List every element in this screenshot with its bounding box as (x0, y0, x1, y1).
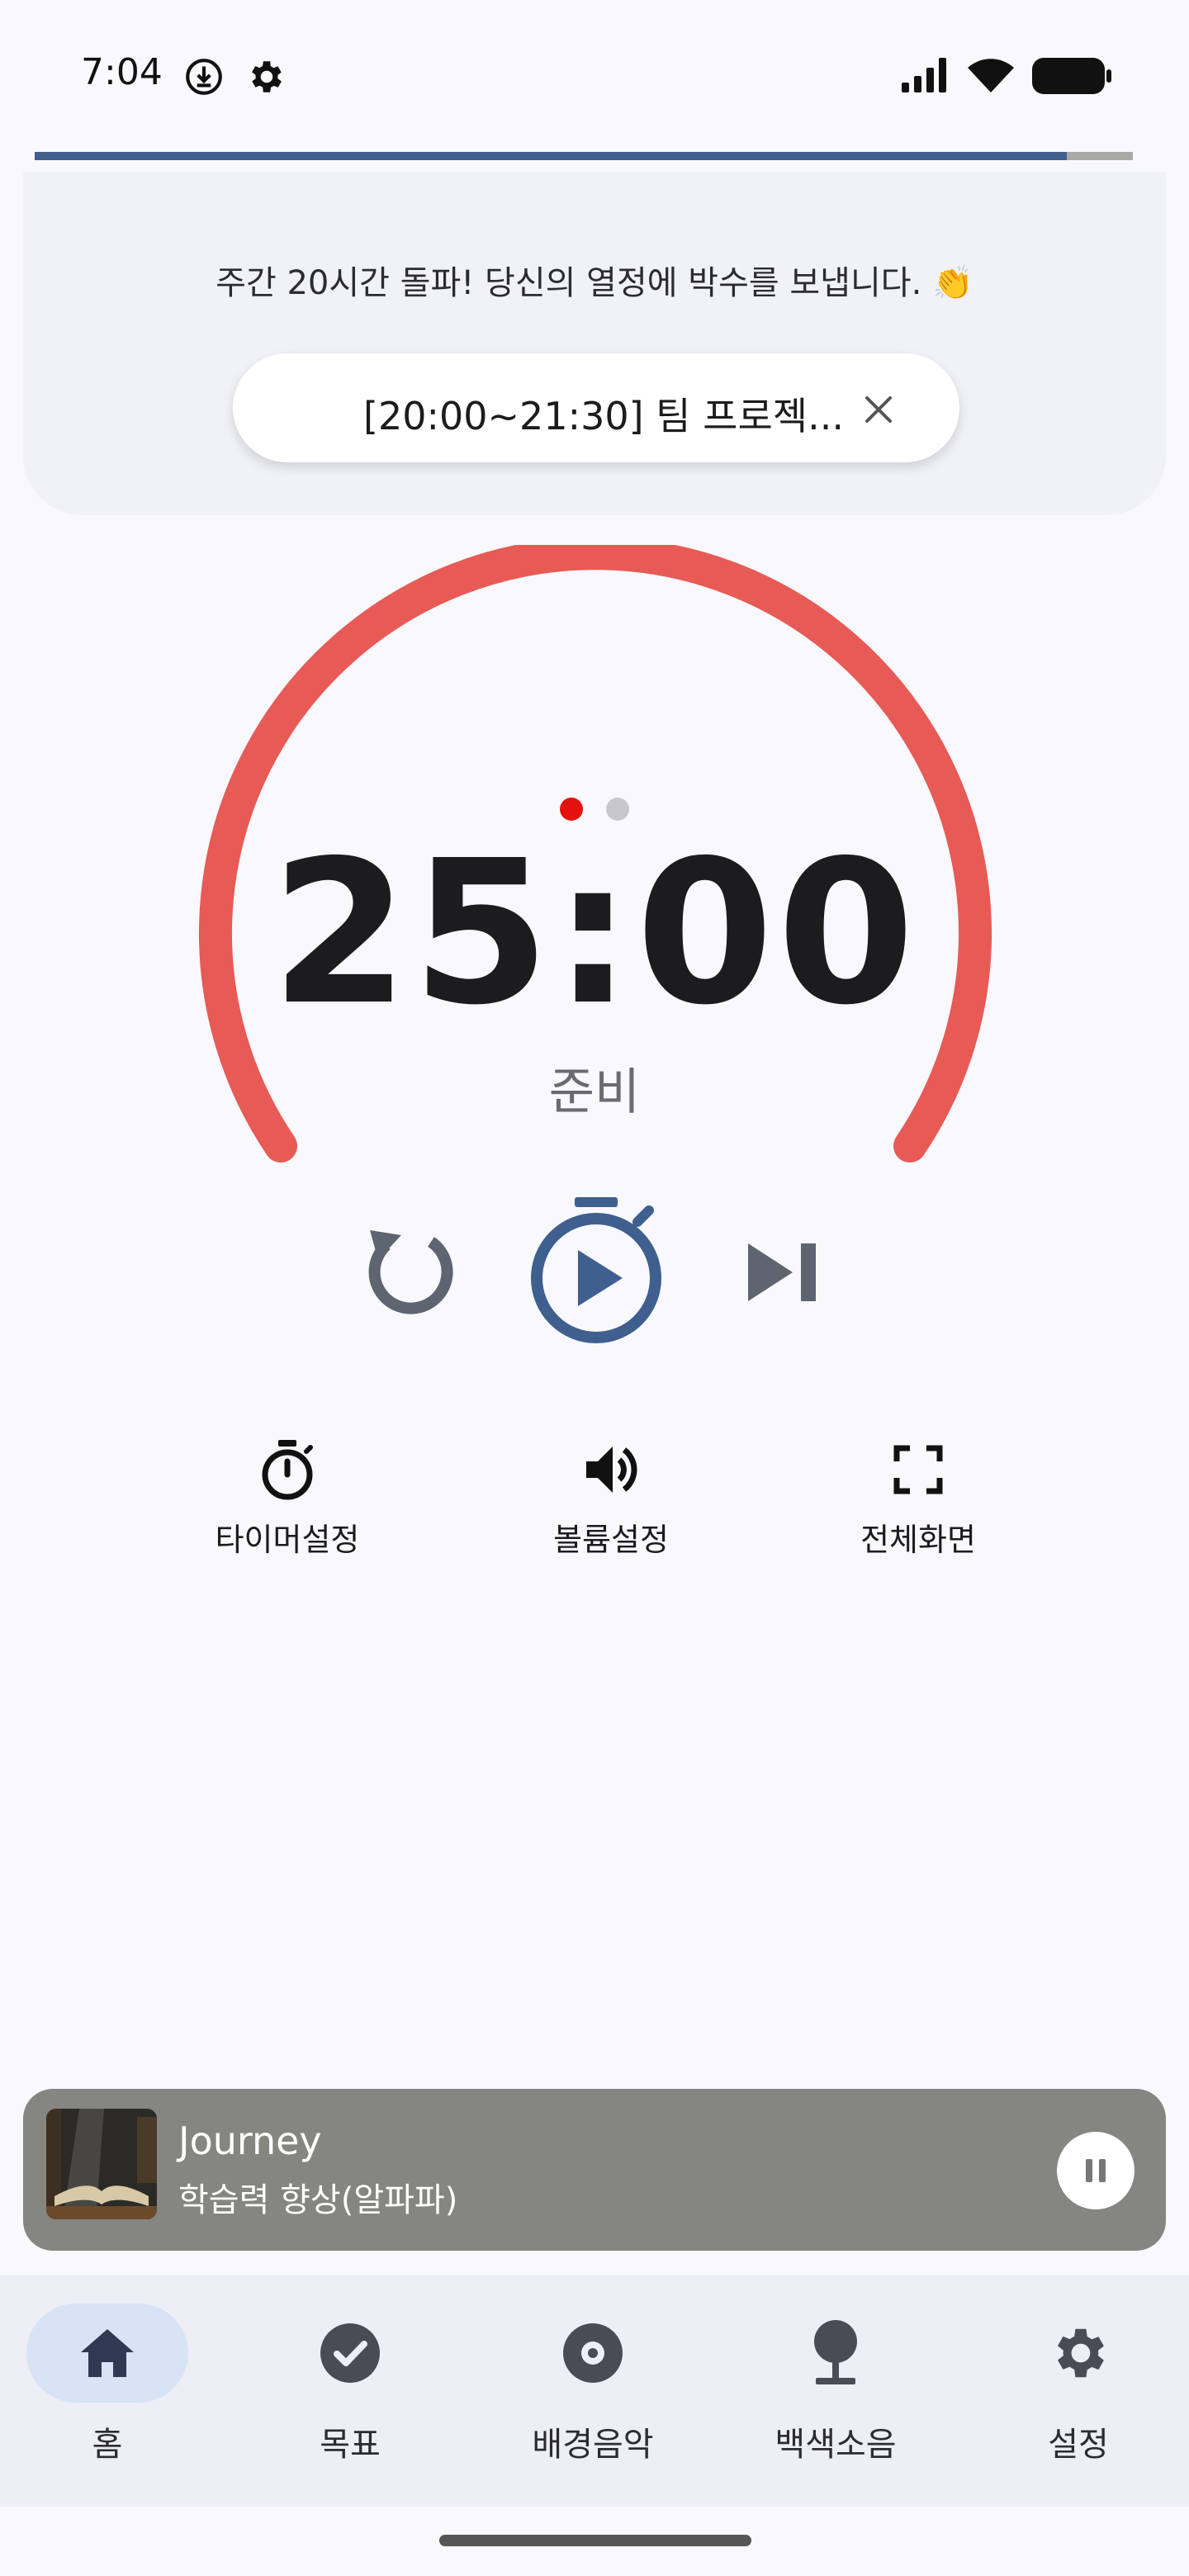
signal-icon (900, 56, 951, 97)
volume-settings-button[interactable]: 볼륨설정 (504, 1437, 718, 1560)
disc-icon (486, 2304, 700, 2403)
close-icon[interactable] (855, 386, 902, 433)
nav-item-settings[interactable]: 설정 (971, 2304, 1186, 2465)
pause-icon (1086, 2159, 1106, 2182)
status-time: 7:04 (81, 51, 163, 93)
replay-icon (368, 1230, 453, 1314)
fullscreen-button[interactable]: 전체화면 (811, 1437, 1026, 1560)
skip-next-button[interactable] (738, 1230, 829, 1313)
schedule-chip-label[interactable]: [20:00~21:30] 팀 프로젝... (363, 386, 844, 441)
stopwatch-play-icon (531, 1197, 661, 1343)
wifi-icon (964, 53, 1017, 97)
skip-next-icon (748, 1243, 816, 1301)
timer-status: 준비 (548, 1063, 641, 1121)
nav-item-noise[interactable]: 백색소음 (728, 2304, 943, 2465)
achievement-banner (23, 172, 1166, 515)
nav-label-settings: 설정 (1048, 2426, 1109, 2464)
play-button[interactable] (522, 1186, 670, 1351)
nav-label-noise: 백색소음 (775, 2426, 897, 2464)
timer-icon (180, 1437, 395, 1503)
tree-icon (728, 2304, 943, 2403)
fullscreen-icon (811, 1437, 1026, 1503)
track-subtitle: 학습력 향상(알파파) (178, 2181, 458, 2219)
pause-button[interactable] (1057, 2132, 1135, 2209)
timer-settings-button[interactable]: 타이머설정 (180, 1437, 395, 1560)
nav-label-goals: 목표 (320, 2426, 381, 2464)
fullscreen-label: 전체화면 (860, 1522, 976, 1558)
banner-message: 주간 20시간 돌파! 당신의 열정에 박수를 보냅니다. 👏 (216, 264, 973, 302)
nav-label-music: 배경음악 (532, 2426, 654, 2464)
reset-button[interactable] (355, 1212, 462, 1319)
nav-label-home: 홈 (92, 2426, 123, 2464)
nav-item-home[interactable]: 홈 (0, 2304, 215, 2465)
timer-display: 25:00 (271, 817, 918, 1049)
nav-item-music[interactable]: 배경음악 (486, 2304, 700, 2465)
timer-settings-label: 타이머설정 (215, 1522, 360, 1558)
home-indicator (439, 2535, 751, 2546)
gear-icon (971, 2304, 1186, 2403)
mini-player[interactable]: Journey 학습력 향상(알파파) (23, 2089, 1166, 2251)
check-circle-icon (243, 2304, 457, 2403)
track-title: Journey (178, 2119, 322, 2163)
playback-progress-fill (35, 152, 1068, 160)
download-circle-icon (183, 56, 225, 101)
volume-icon (504, 1437, 718, 1503)
album-art (46, 2109, 157, 2219)
battery-icon (1030, 56, 1113, 99)
home-icon (26, 2304, 188, 2403)
gear-icon (246, 56, 287, 101)
nav-item-goals[interactable]: 목표 (243, 2304, 457, 2465)
volume-settings-label: 볼륨설정 (553, 1522, 669, 1558)
